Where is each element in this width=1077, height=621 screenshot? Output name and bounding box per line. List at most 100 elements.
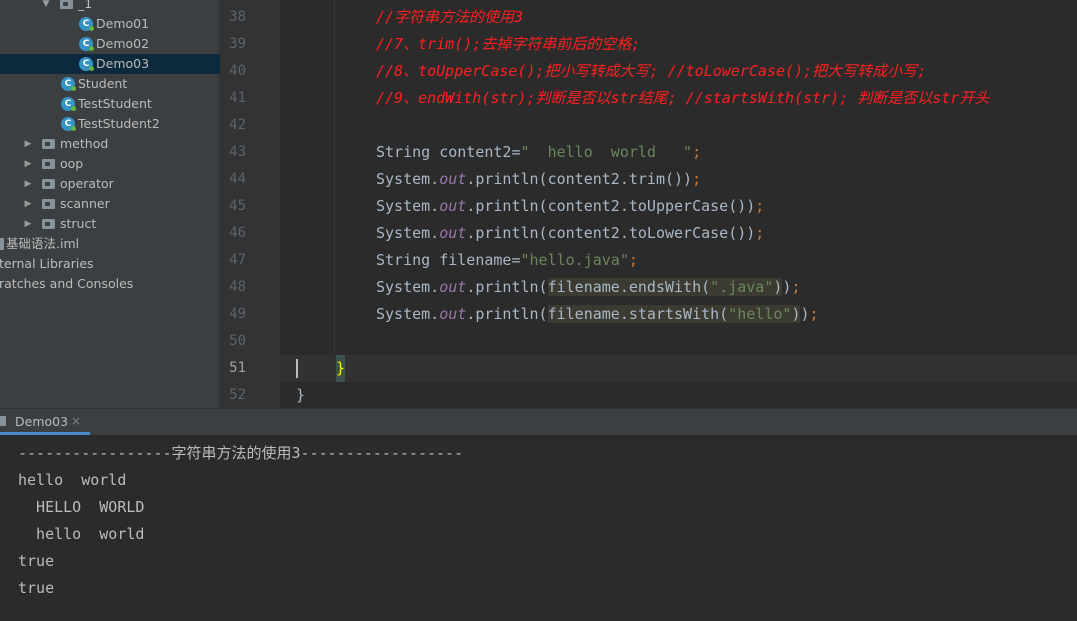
tree-node-label: Student — [78, 76, 128, 91]
tree-node-label: Demo01 — [96, 16, 150, 31]
code-line-content: String filename="hello.java"; — [376, 247, 638, 274]
line-number: 39 — [229, 36, 246, 52]
package-icon — [42, 199, 55, 209]
java-class-icon: C — [79, 57, 94, 71]
tree-node-label: ternal Libraries — [0, 256, 94, 271]
code-line-39[interactable]: //7、trim();去掉字符串前后的空格; — [280, 31, 1077, 58]
code-string: " hello world " — [520, 143, 693, 161]
code-line-44[interactable]: System.out.println(content2.trim()); — [280, 166, 1077, 193]
chevron-right-icon[interactable]: ▶ — [24, 134, 32, 154]
tree-node-operator[interactable]: ▶ operator — [0, 174, 220, 194]
tree-node-label: Demo02 — [96, 36, 150, 51]
tree-node-label: struct — [60, 216, 97, 231]
inspection-highlight: filename.endsWith(".java") — [547, 278, 783, 296]
code-text: System. — [376, 170, 440, 188]
code-text: .println(content2.toUpperCase()) — [466, 197, 756, 215]
java-class-icon: C — [79, 37, 94, 51]
tree-node-struct[interactable]: ▶ struct — [0, 214, 220, 234]
code-string: "hello" — [728, 305, 792, 323]
run-console[interactable]: -----------------字符串方法的使用3--------------… — [0, 435, 1077, 621]
module-file-icon — [0, 238, 4, 250]
code-text: String content2= — [376, 143, 521, 161]
line-number: 38 — [229, 9, 246, 25]
line-number: 43 — [229, 144, 246, 160]
code-text: .println(content2.trim()) — [466, 170, 693, 188]
tree-node-method[interactable]: ▶ method — [0, 134, 220, 154]
package-icon — [42, 219, 55, 229]
chevron-right-icon[interactable]: ▶ — [24, 214, 32, 234]
java-class-icon: C — [61, 77, 76, 91]
package-icon — [42, 159, 55, 169]
code-text: String filename= — [376, 251, 521, 269]
close-icon[interactable]: × — [71, 414, 81, 428]
code-line-51-current[interactable]: } — [280, 355, 1077, 382]
java-class-icon: C — [61, 97, 76, 111]
code-static-field: out — [439, 305, 467, 323]
tree-node-scanner[interactable]: ▶ scanner — [0, 194, 220, 214]
console-line: HELLO WORLD — [18, 498, 145, 516]
code-line-43[interactable]: String content2=" hello world "; — [280, 139, 1077, 166]
code-line-49[interactable]: System.out.println(filename.startsWith("… — [280, 301, 1077, 328]
chevron-right-icon[interactable]: ▶ — [24, 194, 32, 214]
code-line-40[interactable]: //8、toUpperCase();把小写转成大写; //toLowerCase… — [280, 58, 1077, 85]
tree-node-demo03[interactable]: C Demo03 — [0, 54, 220, 74]
tree-node-teststudent2[interactable]: C TestStudent2 — [0, 114, 220, 134]
code-comment: //7、trim();去掉字符串前后的空格; — [376, 35, 641, 53]
tree-node-label: operator — [60, 176, 114, 191]
code-line-content: System.out.println(content2.toLowerCase(… — [376, 220, 764, 247]
tree-node-external-libraries[interactable]: ternal Libraries — [0, 254, 220, 274]
code-line-52[interactable]: } — [280, 382, 1077, 408]
chevron-down-icon[interactable]: ▼ — [42, 0, 50, 14]
code-text: System. — [376, 278, 440, 296]
code-line-46[interactable]: System.out.println(content2.toLowerCase(… — [280, 220, 1077, 247]
code-comment: //8、toUpperCase();把小写转成大写; //toLowerCase… — [376, 62, 927, 80]
project-tree: ▼ _1 C Demo01 C Demo02 C Demo03 C Studen… — [0, 0, 220, 408]
inspection-highlight: filename.startsWith("hello") — [547, 305, 801, 323]
tree-node-demo01[interactable]: C Demo01 — [0, 14, 220, 34]
tree-node-label: TestStudent2 — [78, 116, 160, 131]
tree-node-label: scanner — [60, 196, 110, 211]
code-text: System. — [376, 197, 440, 215]
code-text: .println( — [466, 278, 548, 296]
code-string: "hello.java" — [520, 251, 629, 269]
text-caret — [296, 359, 298, 378]
code-text: .println(content2.toLowerCase()) — [466, 224, 756, 242]
tree-node-label: _1 — [78, 0, 93, 11]
console-line: hello world — [18, 525, 145, 543]
code-text: ) — [800, 305, 810, 323]
code-line-41[interactable]: //9、endWith(str);判断是否以str结尾; //startsWit… — [280, 85, 1077, 112]
code-semicolon: ; — [755, 224, 765, 242]
line-number-current: 51 — [229, 360, 246, 376]
tree-node-scratches[interactable]: ratches and Consoles — [0, 274, 220, 294]
code-semicolon: ; — [628, 251, 638, 269]
java-class-icon: C — [79, 17, 94, 31]
line-number: 41 — [229, 90, 246, 106]
line-number: 42 — [229, 117, 246, 133]
code-line-48[interactable]: System.out.println(filename.endsWith(".j… — [280, 274, 1077, 301]
tree-node-demo02[interactable]: C Demo02 — [0, 34, 220, 54]
code-semicolon: ; — [809, 305, 819, 323]
code-static-field: out — [439, 224, 467, 242]
run-config-icon — [0, 416, 6, 426]
code-line-content: System.out.println(content2.trim()); — [376, 166, 701, 193]
code-text: filename.startsWith( — [547, 305, 729, 323]
tree-node-label: 基础语法.iml — [6, 236, 80, 251]
code-semicolon: ; — [791, 278, 801, 296]
code-editor[interactable]: //字符串方法的使用3 //7、trim();去掉字符串前后的空格; //8、t… — [280, 0, 1077, 408]
console-line: true — [18, 579, 55, 597]
tree-node-package-1[interactable]: ▼ _1 — [0, 0, 220, 14]
chevron-right-icon[interactable]: ▶ — [24, 174, 32, 194]
code-semicolon: ; — [755, 197, 765, 215]
code-line-47[interactable]: String filename="hello.java"; — [280, 247, 1077, 274]
line-number: 44 — [229, 171, 246, 187]
code-line-38[interactable]: //字符串方法的使用3 — [280, 4, 1077, 31]
tree-node-oop[interactable]: ▶ oop — [0, 154, 220, 174]
console-line: hello world — [18, 471, 127, 489]
tree-node-student[interactable]: C Student — [0, 74, 220, 94]
code-line-45[interactable]: System.out.println(content2.toUpperCase(… — [280, 193, 1077, 220]
chevron-right-icon[interactable]: ▶ — [24, 154, 32, 174]
run-tab-demo03[interactable]: Demo03 × — [0, 409, 90, 435]
tree-node-iml-file[interactable]: 基础语法.iml — [0, 234, 220, 254]
line-number: 50 — [229, 333, 246, 349]
tree-node-teststudent[interactable]: C TestStudent — [0, 94, 220, 114]
